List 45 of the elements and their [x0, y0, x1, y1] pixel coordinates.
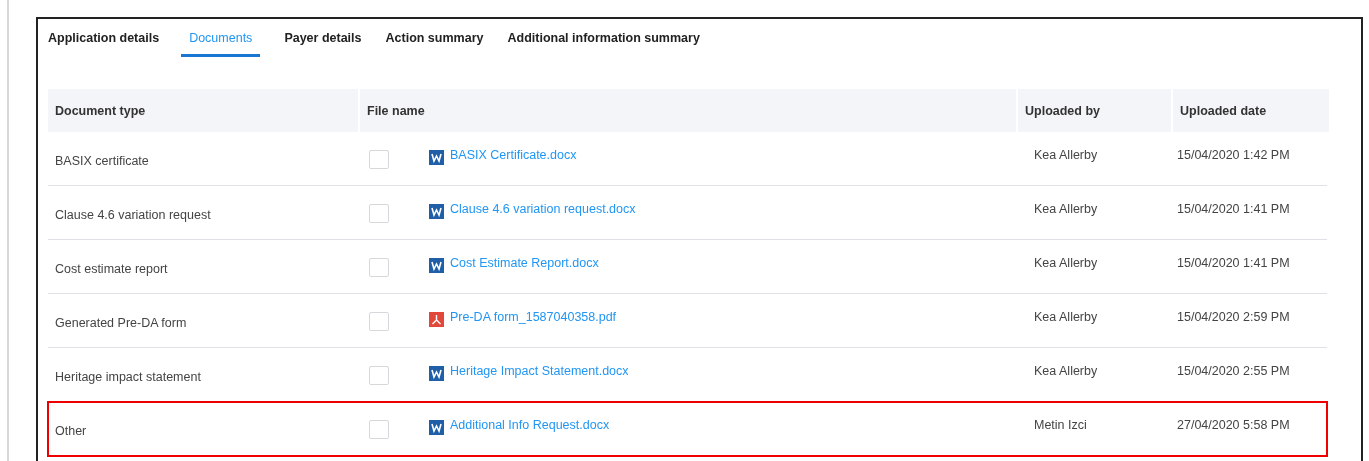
file-link[interactable]: Heritage Impact Statement.docx	[450, 364, 629, 378]
checkbox[interactable]	[369, 420, 389, 439]
table-cell: Generated Pre-DA form	[55, 315, 187, 330]
column-header: File name	[360, 89, 1016, 132]
table-cell: Heritage impact statement	[55, 369, 201, 384]
table-cell: 15/04/2020 1:41 PM	[1177, 256, 1290, 270]
tab[interactable]: Application details	[48, 31, 160, 57]
tab[interactable]: Action summary	[385, 31, 484, 57]
table-cell: 15/04/2020 2:59 PM	[1177, 310, 1290, 324]
checkbox[interactable]	[369, 150, 389, 169]
table-cell: Kea Allerby	[1034, 256, 1098, 270]
tab[interactable]: Additional information summary	[507, 31, 700, 57]
table-cell: 15/04/2020 1:42 PM	[1177, 148, 1290, 162]
tab[interactable]: Payer details	[284, 31, 362, 57]
table-cell: 15/04/2020 1:41 PM	[1177, 202, 1290, 216]
checkbox[interactable]	[369, 258, 389, 277]
checkbox[interactable]	[369, 204, 389, 223]
pdf-document-icon	[429, 312, 444, 327]
table-cell: Cost estimate report	[55, 261, 168, 276]
file-link[interactable]: Additional Info Request.docx	[450, 418, 610, 432]
file-link[interactable]: BASIX Certificate.docx	[450, 148, 577, 162]
table-cell: 15/04/2020 2:55 PM	[1177, 364, 1290, 378]
column-header: Document type	[48, 89, 358, 132]
word-document-icon	[429, 150, 444, 165]
column-header: Uploaded date	[1173, 89, 1329, 132]
file-link[interactable]: Clause 4.6 variation request.docx	[450, 202, 636, 216]
word-document-icon	[429, 204, 444, 219]
table-cell: Kea Allerby	[1034, 202, 1098, 216]
checkbox[interactable]	[369, 366, 389, 385]
checkbox[interactable]	[369, 312, 389, 331]
table-cell: Kea Allerby	[1034, 148, 1098, 162]
column-header: Uploaded by	[1018, 89, 1171, 132]
file-link[interactable]: Cost Estimate Report.docx	[450, 256, 599, 270]
table-cell: Kea Allerby	[1034, 364, 1098, 378]
table-cell: Kea Allerby	[1034, 310, 1098, 324]
table-cell: BASIX certificate	[55, 153, 149, 168]
table-cell: Metin Izci	[1034, 418, 1087, 432]
word-document-icon	[429, 258, 444, 273]
tab[interactable]: Documents	[181, 31, 261, 57]
file-link[interactable]: Pre-DA form_1587040358.pdf	[450, 310, 617, 324]
word-document-icon	[429, 420, 444, 435]
table-cell: Other	[55, 423, 87, 438]
table-cell: Clause 4.6 variation request	[55, 207, 211, 222]
table-cell: 27/04/2020 5:58 PM	[1177, 418, 1290, 432]
word-document-icon	[429, 366, 444, 381]
